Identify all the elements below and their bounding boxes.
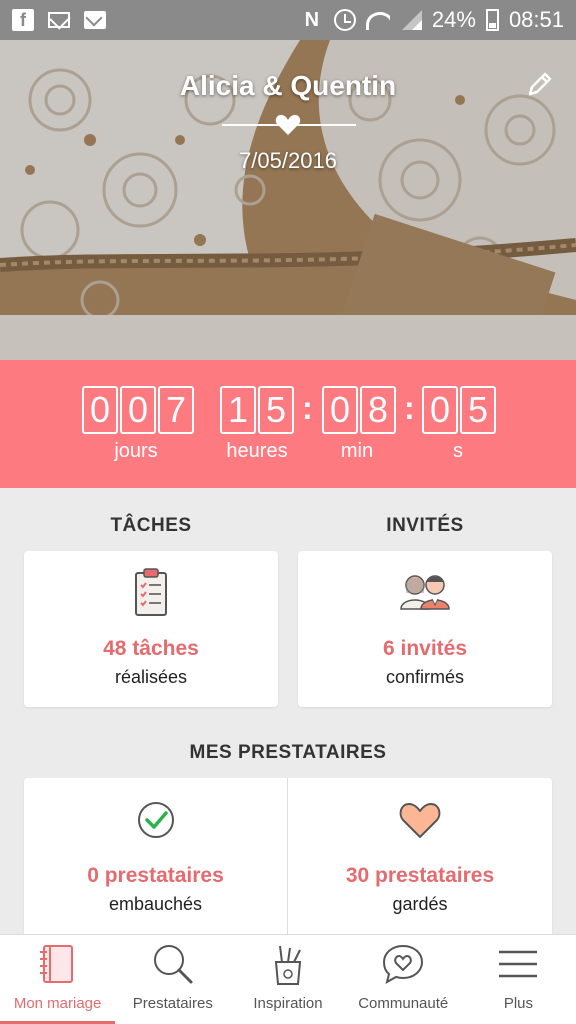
pencil-cup-icon bbox=[274, 945, 302, 985]
nav-label: Mon mariage bbox=[13, 995, 102, 1012]
nav-label: Prestataires bbox=[132, 995, 213, 1012]
saved-vendors-cell[interactable]: 30 prestataires gardés bbox=[288, 778, 552, 934]
nfc-icon: N bbox=[304, 8, 320, 31]
signal-icon bbox=[400, 10, 422, 30]
heart-icon bbox=[275, 114, 301, 135]
wifi-icon bbox=[365, 10, 390, 30]
guests-section-title: INVITÉS bbox=[386, 515, 464, 536]
vendors-card: 0 prestataires embauchés 30 prestataires… bbox=[24, 778, 552, 934]
check-circle-icon bbox=[137, 802, 174, 838]
nav-communaute[interactable]: Communauté bbox=[346, 935, 461, 1024]
digit: 8 bbox=[360, 386, 396, 434]
guests-count: 6 invités bbox=[382, 637, 468, 660]
heart-icon bbox=[399, 803, 441, 838]
nav-inspiration[interactable]: Inspiration bbox=[230, 935, 345, 1024]
hero-banner: Alicia & Quentin 7/05/2016 bbox=[0, 40, 576, 360]
digit: 1 bbox=[220, 386, 256, 434]
chat-heart-icon bbox=[383, 944, 424, 984]
digit: 0 bbox=[322, 386, 358, 434]
search-icon bbox=[153, 945, 193, 984]
bottom-navigation: Mon mariage Prestataires Inspiration Com… bbox=[0, 934, 576, 1024]
hired-vendors-label: embauchés bbox=[108, 894, 203, 914]
battery-icon bbox=[485, 9, 499, 31]
digit: 7 bbox=[158, 386, 194, 434]
alarm-icon bbox=[333, 9, 356, 31]
countdown-banner: 0 0 7 1 5 : 0 8 : 0 5 jours heures min s bbox=[0, 360, 576, 488]
hired-vendors-cell[interactable]: 0 prestataires embauchés bbox=[24, 778, 287, 934]
guests-sub-label: confirmés bbox=[385, 667, 465, 687]
gmail-icon bbox=[84, 11, 106, 29]
minutes-digits: 0 8 bbox=[322, 386, 396, 434]
seconds-label: s bbox=[453, 440, 463, 462]
mail-icon bbox=[48, 12, 70, 28]
hours-digits: 1 5 bbox=[220, 386, 294, 434]
seconds-digits: 0 5 bbox=[422, 386, 496, 434]
wedding-date: 7/05/2016 bbox=[239, 148, 337, 173]
digit: 0 bbox=[422, 386, 458, 434]
edit-pencil-icon[interactable] bbox=[526, 70, 554, 98]
couple-names: Alicia & Quentin bbox=[179, 70, 397, 101]
hired-vendors-count: 0 prestataires bbox=[87, 864, 224, 887]
saved-vendors-label: gardés bbox=[392, 894, 448, 914]
tasks-count: 48 tâches bbox=[103, 637, 199, 660]
facebook-icon: f bbox=[12, 9, 34, 31]
vendors-section-title: MES PRESTATAIRES bbox=[189, 742, 387, 763]
digit: 5 bbox=[258, 386, 294, 434]
clipboard-checklist-icon bbox=[135, 568, 167, 616]
nav-label: Plus bbox=[503, 995, 533, 1012]
digit: 0 bbox=[120, 386, 156, 434]
digit: 5 bbox=[460, 386, 496, 434]
days-digits: 0 0 7 bbox=[82, 386, 194, 434]
guests-card[interactable]: 6 invités confirmés bbox=[298, 551, 552, 707]
colon-separator: : bbox=[404, 390, 415, 426]
saved-vendors-count: 30 prestataires bbox=[345, 864, 495, 887]
battery-percent: 24% bbox=[431, 7, 476, 32]
tasks-sub-label: réalisées bbox=[114, 667, 188, 687]
nav-plus[interactable]: Plus bbox=[461, 935, 576, 1024]
couple-guests-icon bbox=[400, 575, 450, 610]
nav-prestataires[interactable]: Prestataires bbox=[115, 935, 230, 1024]
colon-separator: : bbox=[302, 390, 313, 426]
days-label: jours bbox=[114, 440, 158, 462]
nav-label: Communauté bbox=[358, 995, 449, 1012]
notebook-icon bbox=[39, 945, 73, 983]
digit: 0 bbox=[82, 386, 118, 434]
nav-label: Inspiration bbox=[253, 995, 323, 1012]
tasks-card[interactable]: 48 tâches réalisées bbox=[24, 551, 278, 707]
tasks-section-title: TÂCHES bbox=[110, 515, 192, 536]
clock: 08:51 bbox=[508, 7, 564, 32]
nav-mon-mariage[interactable]: Mon mariage bbox=[0, 935, 116, 1024]
menu-icon bbox=[499, 950, 538, 978]
status-bar: f N 24% 08:51 bbox=[0, 0, 576, 40]
